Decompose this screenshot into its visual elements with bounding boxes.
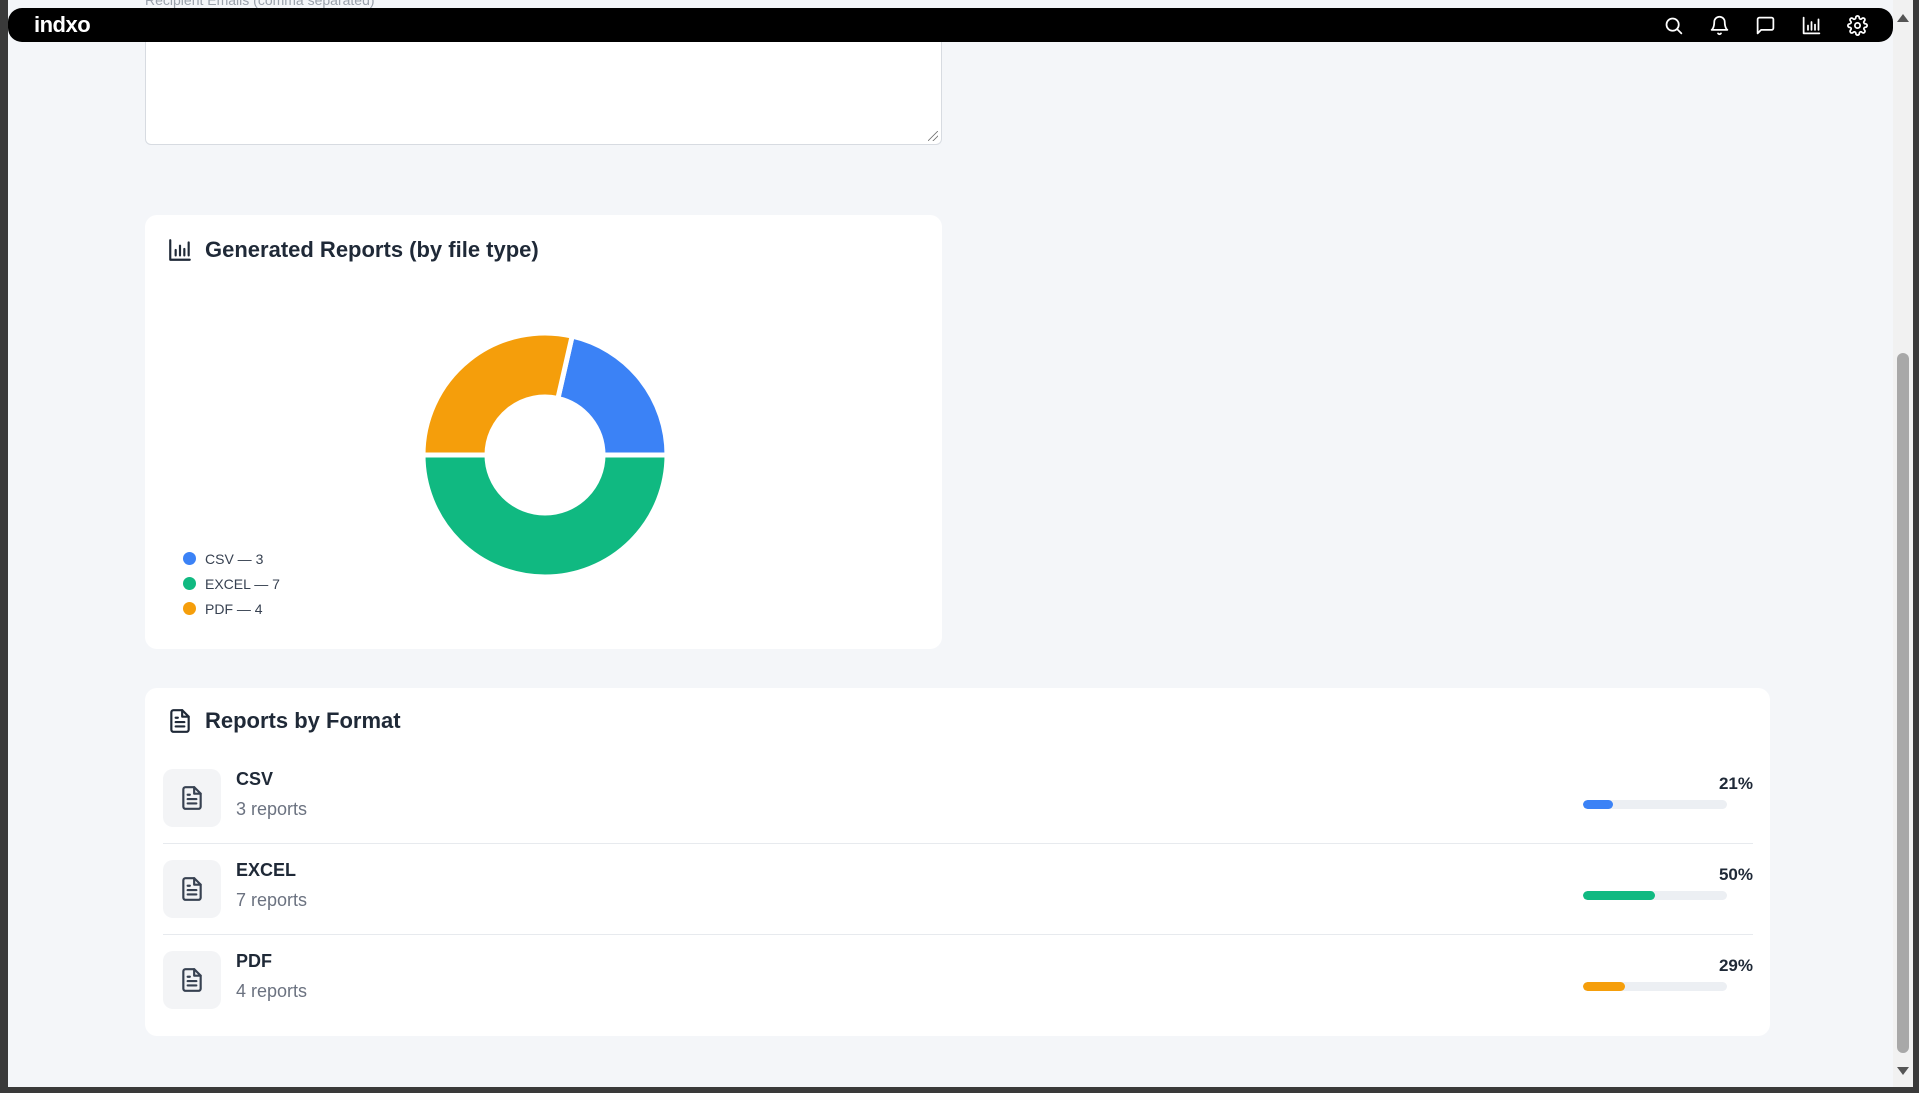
vertical-scrollbar[interactable] <box>1893 0 1913 1087</box>
search-icon[interactable] <box>1661 13 1685 37</box>
chart-card-title: Generated Reports (by file type) <box>205 237 539 262</box>
format-count: 3 reports <box>236 799 308 819</box>
resize-handle[interactable] <box>928 131 938 141</box>
donut-slice-excel[interactable] <box>420 452 670 580</box>
file-icon <box>163 860 221 918</box>
file-text-icon <box>170 709 190 733</box>
format-row-csv[interactable]: CSV 3 reports 21% <box>163 754 1753 844</box>
top-navigation-bar: indxo <box>8 8 1893 42</box>
file-icon <box>163 951 221 1009</box>
progress-track <box>1583 982 1727 991</box>
legend-item-csv[interactable]: CSV — 3 <box>183 546 280 571</box>
legend-label: EXCEL — 7 <box>205 575 280 592</box>
bar-chart-icon[interactable] <box>1799 13 1823 37</box>
scroll-thumb[interactable] <box>1897 353 1909 1053</box>
message-icon[interactable] <box>1753 13 1777 37</box>
chart-legend: CSV — 3 EXCEL — 7 PDF — 4 <box>183 546 280 621</box>
format-percent: 21% <box>1718 774 1753 793</box>
donut-chart <box>420 330 670 580</box>
progress-fill <box>1583 982 1625 991</box>
legend-item-pdf[interactable]: PDF — 4 <box>183 596 280 621</box>
generated-reports-card: Generated Reports (by file type) CSV — 3… <box>145 215 942 649</box>
legend-item-excel[interactable]: EXCEL — 7 <box>183 571 280 596</box>
chart-card-header: Generated Reports (by file type) <box>167 237 539 263</box>
donut-slice-pdf[interactable] <box>420 330 576 458</box>
legend-label: PDF — 4 <box>205 600 263 617</box>
legend-dot <box>183 552 196 565</box>
format-count: 4 reports <box>236 981 308 1001</box>
format-count: 7 reports <box>236 890 308 910</box>
progress-track <box>1583 891 1727 900</box>
gear-icon[interactable] <box>1845 13 1869 37</box>
recipient-emails-label: Recipient Emails (comma separated) <box>145 0 375 8</box>
format-card-title: Reports by Format <box>205 708 401 733</box>
top-icon-group <box>1661 13 1869 37</box>
file-icon <box>163 769 221 827</box>
format-card-header: Reports by Format <box>167 708 401 734</box>
reports-by-format-card: Reports by Format CSV 3 reports 21% EXCEL 7 … <box>145 688 1770 1036</box>
logo[interactable]: indxo <box>34 12 91 38</box>
scroll-up-arrow-icon[interactable] <box>1897 14 1909 22</box>
format-percent: 50% <box>1718 865 1753 884</box>
format-row-excel[interactable]: EXCEL 7 reports 50% <box>163 845 1753 935</box>
bell-icon[interactable] <box>1707 13 1731 37</box>
legend-dot <box>183 577 196 590</box>
donut-slice-csv[interactable] <box>554 333 670 458</box>
format-name: CSV <box>236 769 274 789</box>
recipient-emails-textarea[interactable] <box>145 30 942 145</box>
scroll-down-arrow-icon[interactable] <box>1897 1067 1909 1075</box>
progress-fill <box>1583 891 1655 900</box>
page-viewport: Recipient Emails (comma separated) Gener… <box>8 0 1893 1087</box>
legend-label: CSV — 3 <box>205 550 264 567</box>
bar-chart-icon <box>169 239 191 261</box>
progress-fill <box>1583 800 1614 809</box>
format-name: EXCEL <box>236 860 297 880</box>
progress-track <box>1583 800 1727 809</box>
format-row-pdf[interactable]: PDF 4 reports 29% <box>163 936 1753 1026</box>
format-name: PDF <box>236 951 272 971</box>
legend-dot <box>183 602 196 615</box>
format-percent: 29% <box>1718 956 1753 975</box>
